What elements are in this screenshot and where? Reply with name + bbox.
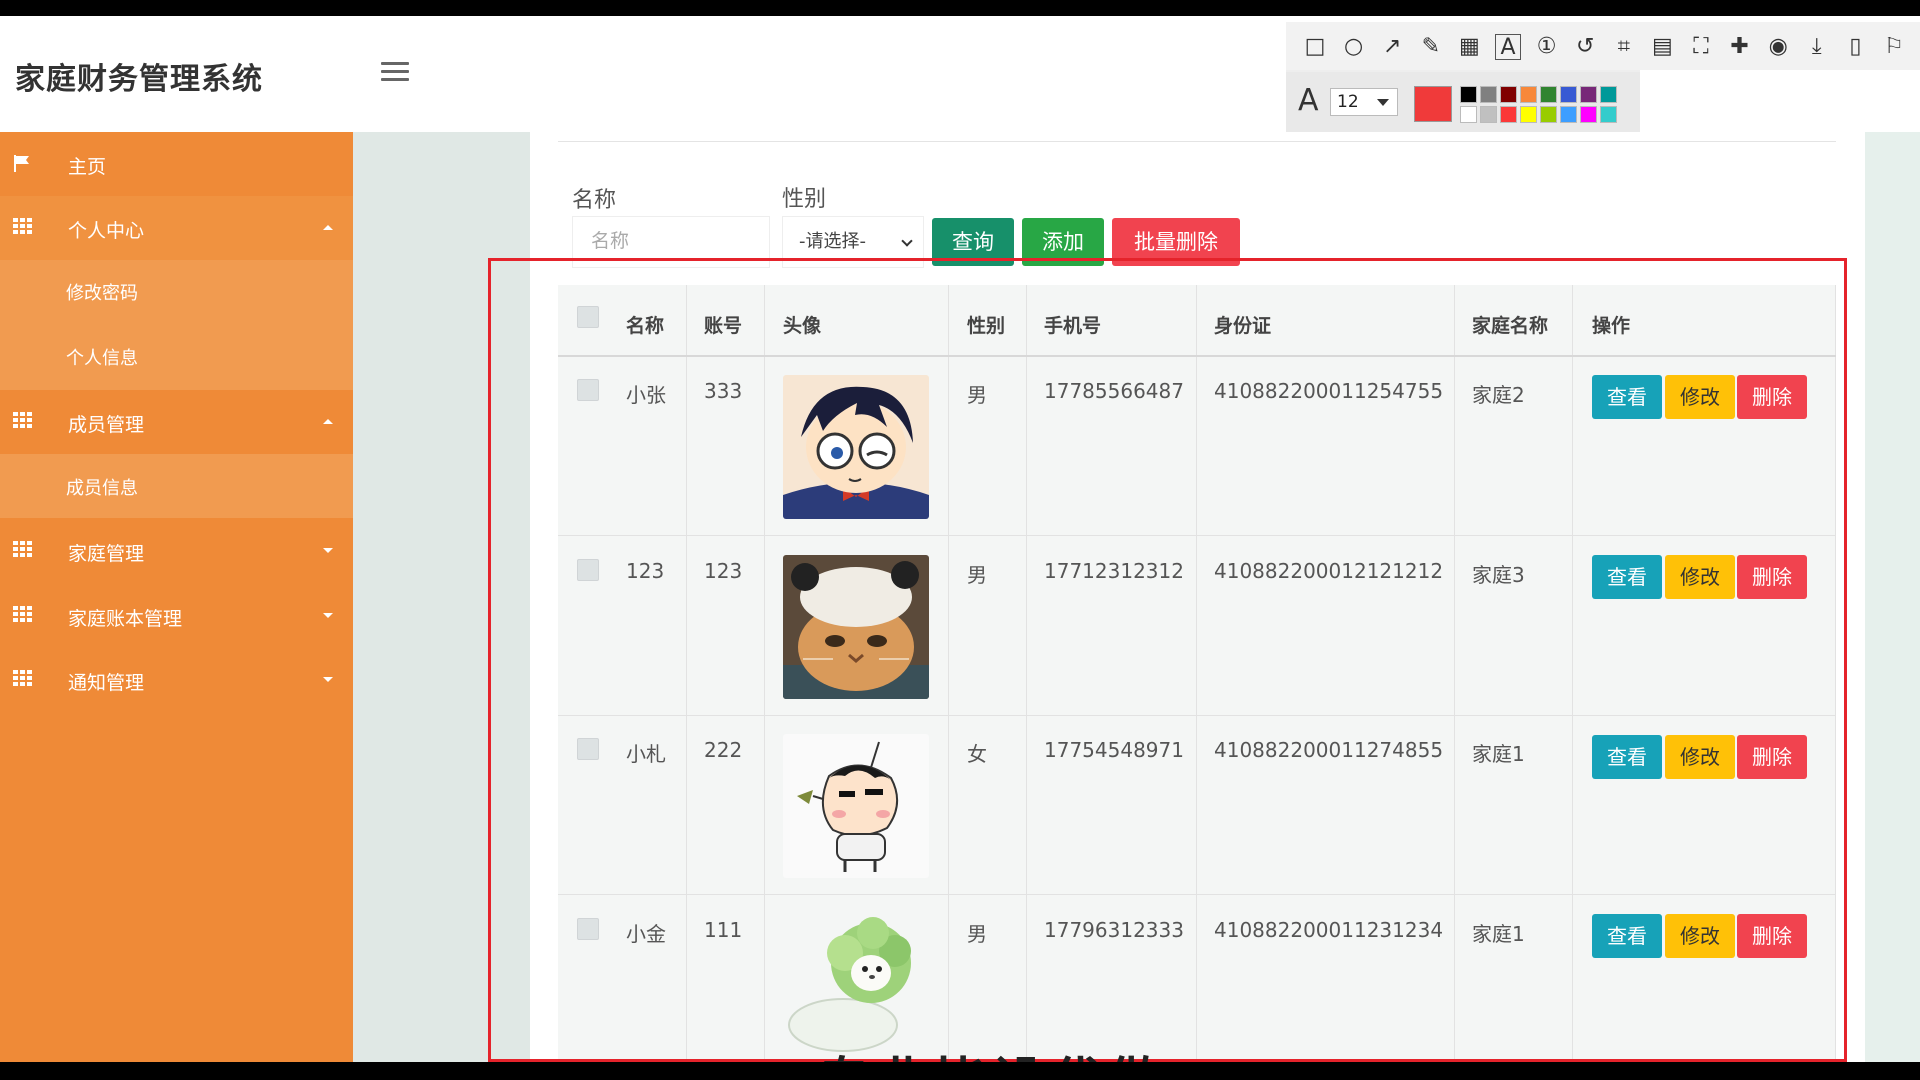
- name-label: 名称: [572, 188, 617, 213]
- palette-swatch[interactable]: [1580, 86, 1597, 103]
- grid-icon: [13, 412, 33, 430]
- sidebar-item-label: 成员管理: [68, 414, 145, 436]
- palette-swatch[interactable]: [1520, 106, 1537, 123]
- chevron-down-icon: [901, 235, 913, 247]
- number-icon[interactable]: ①: [1534, 34, 1560, 60]
- palette-swatch[interactable]: [1560, 86, 1577, 103]
- palette-swatch[interactable]: [1520, 86, 1537, 103]
- grid-icon: [13, 606, 33, 624]
- highlight-rectangle: [488, 258, 1847, 1062]
- menu-toggle-icon[interactable]: [381, 62, 409, 84]
- fullscreen-icon[interactable]: ⛶: [1688, 34, 1714, 60]
- grid-icon: [13, 218, 33, 236]
- mosaic-icon[interactable]: ▦: [1456, 34, 1482, 60]
- font-size-value: 12: [1337, 92, 1359, 112]
- palette-swatch[interactable]: [1460, 106, 1477, 123]
- submenu-personal: 修改密码 个人信息: [0, 260, 353, 390]
- sidebar-item-family[interactable]: 家庭管理: [0, 519, 353, 583]
- sidebar-item-label: 家庭管理: [68, 543, 145, 565]
- chevron-down-icon: [323, 548, 333, 553]
- gender-label: 性别: [782, 187, 827, 212]
- sidebar-item-label: 个人中心: [68, 220, 145, 242]
- chevron-down-icon: [323, 613, 333, 618]
- grid-icon: [13, 670, 33, 688]
- current-color-swatch[interactable]: [1414, 86, 1452, 122]
- snip-tools-row: □ ○ ↗ ✎ ▦ A ① ↺ ⌗ ▤ ⛶ ✚ ◉ ⤓ ▯ ⚐: [1286, 22, 1920, 70]
- undo-icon[interactable]: ↺: [1572, 34, 1598, 60]
- sidebar-item-notice[interactable]: 通知管理: [0, 648, 353, 712]
- grid-icon: [13, 541, 33, 559]
- palette-swatch[interactable]: [1480, 106, 1497, 123]
- palette-swatch[interactable]: [1540, 86, 1557, 103]
- download-icon[interactable]: ⤓: [1804, 34, 1830, 60]
- palette-swatch[interactable]: [1500, 106, 1517, 123]
- submenu-members: 成员信息: [0, 454, 353, 518]
- sidebar-item-members[interactable]: 成员管理: [0, 390, 353, 454]
- sidebar-item-account-book[interactable]: 家庭账本管理: [0, 584, 353, 648]
- palette-swatch[interactable]: [1460, 86, 1477, 103]
- font-size-select[interactable]: 12: [1330, 88, 1398, 116]
- video-subtitle: 专业毕设代做: [818, 1040, 1166, 1062]
- crop-icon[interactable]: ⌗: [1611, 34, 1637, 60]
- palette-swatch[interactable]: [1600, 106, 1617, 123]
- palette-swatch[interactable]: [1480, 86, 1497, 103]
- save-icon[interactable]: ▯: [1842, 34, 1868, 60]
- ocr-icon[interactable]: ▤: [1649, 34, 1675, 60]
- chevron-up-icon: [323, 419, 333, 424]
- record-icon[interactable]: ◉: [1765, 34, 1791, 60]
- video-letterbox-bottom: [0, 1062, 1920, 1080]
- sidebar-item-label: 通知管理: [68, 672, 145, 694]
- pencil-icon[interactable]: ✎: [1418, 34, 1444, 60]
- sidebar-item-label: 家庭账本管理: [68, 608, 183, 630]
- text-icon[interactable]: A: [1495, 34, 1521, 60]
- palette-swatch[interactable]: [1500, 86, 1517, 103]
- sidebar-item-change-password[interactable]: 修改密码: [66, 279, 138, 305]
- sidebar: 主页 个人中心 修改密码 个人信息 成员管理 成员信息 家庭管理 家庭账本管理 …: [0, 132, 353, 1062]
- caret-down-icon: [1377, 99, 1389, 106]
- sidebar-item-personal-info[interactable]: 个人信息: [66, 344, 138, 370]
- palette-swatch[interactable]: [1560, 106, 1577, 123]
- divider: [558, 141, 1836, 142]
- palette-swatch[interactable]: [1600, 86, 1617, 103]
- flag-icon: [14, 155, 29, 172]
- rectangle-icon[interactable]: □: [1302, 34, 1328, 60]
- sidebar-item-member-info[interactable]: 成员信息: [66, 474, 138, 500]
- color-palette: [1460, 86, 1636, 126]
- font-icon[interactable]: A: [1298, 86, 1319, 116]
- chevron-down-icon: [323, 677, 333, 682]
- arrow-icon[interactable]: ↗: [1379, 34, 1405, 60]
- circle-icon[interactable]: ○: [1341, 34, 1367, 60]
- palette-swatch[interactable]: [1580, 106, 1597, 123]
- app-title: 家庭财务管理系统: [15, 62, 263, 97]
- chevron-up-icon: [323, 225, 333, 230]
- sidebar-item-label: 主页: [68, 156, 107, 178]
- pin-icon[interactable]: ✚: [1727, 34, 1753, 60]
- sidebar-item-personal[interactable]: 个人中心: [0, 196, 353, 260]
- app-window: 家庭财务管理系统 主页 个人中心 修改密码 个人信息 成员管理 成员信息 家庭管…: [0, 16, 1920, 1062]
- video-letterbox-top: [0, 0, 1920, 16]
- bookmark-icon[interactable]: ⚐: [1881, 34, 1907, 60]
- gender-select-value: -请选择-: [799, 231, 866, 252]
- snip-style-row: A 12: [1286, 72, 1640, 132]
- sidebar-item-home[interactable]: 主页: [0, 132, 353, 196]
- palette-swatch[interactable]: [1540, 106, 1557, 123]
